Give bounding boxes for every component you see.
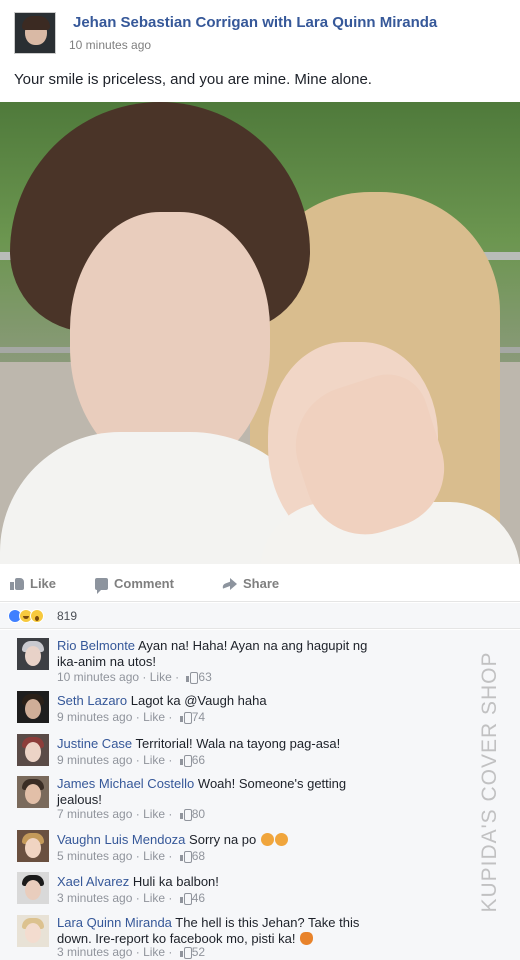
commenter-avatar[interactable] <box>17 638 49 670</box>
comment-meta: 5 minutes ago · Like · 68 <box>57 849 206 863</box>
share-button[interactable]: Share <box>222 576 279 591</box>
like-button[interactable]: Like <box>10 576 56 591</box>
comment-text: Lagot ka @Vaugh haha <box>130 693 267 708</box>
comment-button-label: Comment <box>114 576 174 591</box>
comment-time[interactable]: 5 minutes ago <box>57 849 132 863</box>
comment-like-count: 74 <box>191 710 206 724</box>
commenter-avatar[interactable] <box>17 830 49 862</box>
blush-emoji-icon <box>274 833 288 846</box>
comment-like-link[interactable]: Like <box>143 753 165 767</box>
comment-like-link[interactable]: Like <box>143 891 165 905</box>
post-photo[interactable] <box>0 102 520 564</box>
comment-text: Huli ka balbon! <box>132 874 219 889</box>
thumbs-up-icon <box>186 672 199 684</box>
comment-like-count: 68 <box>191 849 206 863</box>
commenter-name[interactable]: Rio Belmonte <box>57 638 135 653</box>
watermark-text: KUPIDA'S COVER SHOP <box>478 651 501 913</box>
comments-section: Rio Belmonte Ayan na! Haha! Ayan na ang … <box>0 630 520 960</box>
comment-like-link[interactable]: Like <box>143 945 165 959</box>
share-button-label: Share <box>243 576 280 591</box>
reactions-summary[interactable]: 819 <box>0 603 520 629</box>
thumbs-up-icon <box>179 851 192 863</box>
like-button-label: Like <box>30 576 57 591</box>
watermark: KUPIDA'S COVER SHOP <box>470 640 510 930</box>
commenter-name[interactable]: Justine Case <box>57 736 132 751</box>
angry-cat-emoji-icon <box>300 932 314 945</box>
thumbs-up-icon <box>179 712 192 724</box>
comment-text: Sorry na po <box>189 832 257 847</box>
author-avatar[interactable] <box>14 12 56 54</box>
comment-time[interactable]: 7 minutes ago <box>57 807 132 821</box>
comment-time[interactable]: 3 minutes ago <box>57 891 132 905</box>
post-timestamp[interactable]: 10 minutes ago <box>69 38 151 52</box>
comment-like-link[interactable]: Like <box>150 670 172 684</box>
thumbs-up-icon <box>179 947 192 959</box>
comment-time[interactable]: 3 minutes ago <box>57 945 132 959</box>
wow-reaction-icon <box>30 609 44 623</box>
thumbs-up-icon <box>179 893 192 905</box>
commenter-avatar[interactable] <box>17 915 49 947</box>
post-author[interactable]: Jehan Sebastian Corrigan with Lara Quinn… <box>73 14 437 31</box>
comment-like-link[interactable]: Like <box>143 849 165 863</box>
reaction-count[interactable]: 819 <box>57 609 77 623</box>
comment-time[interactable]: 9 minutes ago <box>57 710 132 724</box>
comment-like-link[interactable]: Like <box>143 710 165 724</box>
facebook-post: Jehan Sebastian Corrigan with Lara Quinn… <box>0 0 520 960</box>
post-header: Jehan Sebastian Corrigan with Lara Quinn… <box>0 0 520 100</box>
comment-meta: 10 minutes ago · Like · 63 <box>57 670 212 684</box>
comment-like-count: 46 <box>191 891 206 905</box>
commenter-avatar[interactable] <box>17 734 49 766</box>
comment-meta: 3 minutes ago · Like · 52 <box>57 945 206 959</box>
commenter-name[interactable]: Vaughn Luis Mendoza <box>57 832 185 847</box>
comment-like-link[interactable]: Like <box>143 807 165 821</box>
share-arrow-icon <box>222 578 237 590</box>
comment-time[interactable]: 9 minutes ago <box>57 753 132 767</box>
commenter-name[interactable]: Seth Lazaro <box>57 693 127 708</box>
comment-like-count: 80 <box>191 807 206 821</box>
comment-button[interactable]: Comment <box>95 576 520 594</box>
thumbs-up-icon <box>10 577 24 590</box>
thumbs-up-icon <box>179 809 192 821</box>
comment-like-count: 66 <box>191 753 206 767</box>
comment-like-count: 63 <box>198 670 212 684</box>
comment-text: Territorial! Wala na tayong pag-asa! <box>135 736 341 751</box>
comment-meta: 9 minutes ago · Like · 66 <box>57 753 206 767</box>
post-text: Your smile is priceless, and you are min… <box>14 71 372 88</box>
comment-meta: 7 minutes ago · Like · 80 <box>57 807 206 821</box>
blush-emoji-icon <box>260 833 274 846</box>
commenter-name[interactable]: Lara Quinn Miranda <box>57 915 172 930</box>
comment-meta: 9 minutes ago · Like · 74 <box>57 710 206 724</box>
comment-time[interactable]: 10 minutes ago <box>57 670 139 684</box>
commenter-name[interactable]: James Michael Costello <box>57 776 194 791</box>
comment-like-count: 52 <box>191 945 206 959</box>
comment-meta: 3 minutes ago · Like · 46 <box>57 891 206 905</box>
commenter-avatar[interactable] <box>17 872 49 904</box>
commenter-avatar[interactable] <box>17 691 49 723</box>
thumbs-up-icon <box>179 755 192 767</box>
commenter-avatar[interactable] <box>17 776 49 808</box>
commenter-name[interactable]: Xael Alvarez <box>57 874 129 889</box>
comment-bubble-icon <box>95 577 108 594</box>
post-action-bar: Like Comment Share <box>0 566 520 602</box>
